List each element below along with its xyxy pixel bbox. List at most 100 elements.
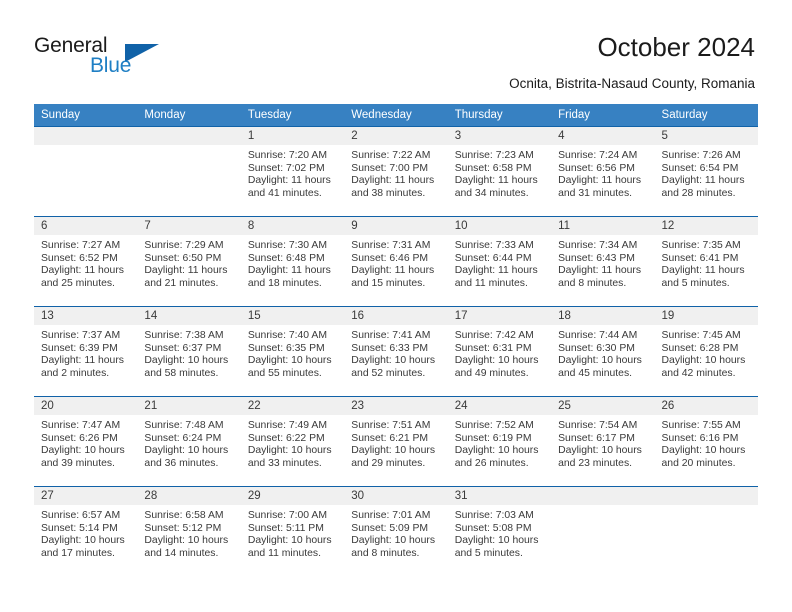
day-cell-details: Sunrise: 7:03 AM Sunset: 5:08 PM Daylight:… <box>448 505 551 560</box>
calendar-day-cell[interactable]: 27 Sunrise: 6:57 AM Sunset: 5:14 PM Dayligh… <box>34 486 138 577</box>
daylight-duration-text: Daylight: 10 hours and 52 minutes. <box>351 355 436 379</box>
sunrise-text: Sunrise: 7:48 AM <box>144 420 224 431</box>
calendar-day-cell[interactable]: 17 Sunrise: 7:42 AM Sunset: 6:31 PM Dayligh… <box>447 306 552 397</box>
day-cell-details: Sunrise: 7:27 AM Sunset: 6:52 PM Daylight:… <box>34 235 137 290</box>
calendar-day-cell[interactable]: 22 Sunrise: 7:49 AM Sunset: 6:22 PM Dayligh… <box>240 396 345 487</box>
weekday-header-friday: Friday <box>551 104 655 127</box>
day-cell-details: Sunrise: 7:40 AM Sunset: 6:35 PM Daylight:… <box>241 325 344 380</box>
calendar-day-cell[interactable]: 3 Sunrise: 7:23 AM Sunset: 6:58 PM Daylight… <box>447 126 552 217</box>
daylight-duration-text: Daylight: 11 hours and 41 minutes. <box>247 175 331 199</box>
day-number: 2 <box>344 127 448 145</box>
day-cell-details: Sunrise: 7:22 AM Sunset: 7:00 PM Daylight:… <box>344 145 447 200</box>
sunset-text: Sunset: 6:48 PM <box>247 252 325 264</box>
calendar-day-cell[interactable]: 7 Sunrise: 7:29 AM Sunset: 6:50 PM Daylight… <box>137 216 241 307</box>
day-number-empty <box>137 127 241 145</box>
day-cell-details: Sunrise: 6:57 AM Sunset: 5:14 PM Daylight:… <box>34 505 137 560</box>
daylight-duration-text: Daylight: 10 hours and 45 minutes. <box>558 355 642 379</box>
calendar-day-cell[interactable]: 10 Sunrise: 7:33 AM Sunset: 6:44 PM Dayligh… <box>447 216 552 307</box>
day-cell-details: Sunrise: 7:20 AM Sunset: 7:02 PM Daylight:… <box>241 145 344 200</box>
day-number: 3 <box>447 127 552 145</box>
calendar-day-cell[interactable]: 15 Sunrise: 7:40 AM Sunset: 6:35 PM Dayligh… <box>240 306 345 397</box>
daylight-duration-text: Daylight: 11 hours and 21 minutes. <box>144 265 228 289</box>
day-cell-details: Sunrise: 7:01 AM Sunset: 5:09 PM Daylight:… <box>344 505 447 560</box>
day-cell-details: Sunrise: 7:34 AM Sunset: 6:43 PM Daylight:… <box>551 235 654 290</box>
day-cell-details: Sunrise: 7:38 AM Sunset: 6:37 PM Daylight:… <box>137 325 240 380</box>
sunrise-sunset-calendar-table: Sunday Monday Tuesday Wednesday Thursday… <box>34 104 758 577</box>
day-number: 16 <box>344 307 448 325</box>
daylight-duration-text: Daylight: 10 hours and 39 minutes. <box>41 445 125 469</box>
daylight-duration-text: Daylight: 10 hours and 29 minutes. <box>351 445 436 469</box>
daylight-duration-text: Daylight: 11 hours and 38 minutes. <box>351 175 435 199</box>
calendar-day-cell[interactable]: 1 Sunrise: 7:20 AM Sunset: 7:02 PM Daylight… <box>240 126 345 217</box>
sunrise-text: Sunrise: 7:45 AM <box>661 330 741 341</box>
calendar-day-cell[interactable]: 30 Sunrise: 7:01 AM Sunset: 5:09 PM Dayligh… <box>344 486 448 577</box>
page-header: General Blue October 2024 Ocnita, Bistri… <box>0 0 792 100</box>
calendar-day-cell[interactable]: 20 Sunrise: 7:47 AM Sunset: 6:26 PM Dayligh… <box>34 396 138 487</box>
calendar-day-cell[interactable]: 2 Sunrise: 7:22 AM Sunset: 7:00 PM Daylight… <box>344 126 448 217</box>
daylight-duration-text: Daylight: 10 hours and 33 minutes. <box>247 445 332 469</box>
sunset-text: Sunset: 5:14 PM <box>41 522 118 534</box>
daylight-duration-text: Daylight: 10 hours and 49 minutes. <box>454 355 539 379</box>
sunset-text: Sunset: 6:35 PM <box>247 342 325 354</box>
day-cell-details: Sunrise: 7:47 AM Sunset: 6:26 PM Daylight:… <box>34 415 137 470</box>
day-number: 31 <box>447 487 552 505</box>
day-number: 15 <box>240 307 345 325</box>
daylight-duration-text: Daylight: 10 hours and 5 minutes. <box>454 535 539 559</box>
calendar-day-cell[interactable]: 5 Sunrise: 7:26 AM Sunset: 6:54 PM Daylight… <box>654 126 758 217</box>
day-cell-details: Sunrise: 7:41 AM Sunset: 6:33 PM Daylight:… <box>344 325 447 380</box>
calendar-day-cell[interactable]: 6 Sunrise: 7:27 AM Sunset: 6:52 PM Daylight… <box>34 216 138 307</box>
calendar-day-cell[interactable]: 8 Sunrise: 7:30 AM Sunset: 6:48 PM Daylight… <box>240 216 345 307</box>
calendar-day-cell[interactable]: 11 Sunrise: 7:34 AM Sunset: 6:43 PM Dayligh… <box>551 216 655 307</box>
calendar-day-cell[interactable]: 12 Sunrise: 7:35 AM Sunset: 6:41 PM Dayligh… <box>654 216 758 307</box>
calendar-day-cell[interactable]: 18 Sunrise: 7:44 AM Sunset: 6:30 PM Dayligh… <box>551 306 655 397</box>
calendar-day-cell[interactable]: 19 Sunrise: 7:45 AM Sunset: 6:28 PM Dayligh… <box>654 306 758 397</box>
day-number: 14 <box>137 307 241 325</box>
logo-text-blue: Blue <box>90 54 132 77</box>
calendar-day-cell[interactable]: 28 Sunrise: 6:58 AM Sunset: 5:12 PM Dayligh… <box>137 486 241 577</box>
day-cell-details: Sunrise: 7:51 AM Sunset: 6:21 PM Daylight:… <box>344 415 447 470</box>
calendar-week-row: 1 Sunrise: 7:20 AM Sunset: 7:02 PM Daylight… <box>34 126 758 217</box>
daylight-duration-text: Daylight: 10 hours and 14 minutes. <box>144 535 229 559</box>
day-cell-details: Sunrise: 7:26 AM Sunset: 6:54 PM Daylight:… <box>655 145 758 200</box>
daylight-duration-text: Daylight: 10 hours and 20 minutes. <box>661 445 746 469</box>
sunrise-text: Sunrise: 7:34 AM <box>558 240 638 251</box>
sunrise-text: Sunrise: 7:38 AM <box>144 330 224 341</box>
day-number: 21 <box>137 397 241 415</box>
sunset-text: Sunset: 7:00 PM <box>351 162 429 174</box>
weekday-header-saturday: Saturday <box>654 104 758 127</box>
calendar-day-cell[interactable]: 24 Sunrise: 7:52 AM Sunset: 6:19 PM Dayligh… <box>447 396 552 487</box>
calendar-day-cell[interactable]: 29 Sunrise: 7:00 AM Sunset: 5:11 PM Dayligh… <box>240 486 345 577</box>
calendar-day-cell-empty <box>551 486 655 577</box>
calendar-day-cell[interactable]: 13 Sunrise: 7:37 AM Sunset: 6:39 PM Dayligh… <box>34 306 138 397</box>
calendar-page: General Blue October 2024 Ocnita, Bistri… <box>0 0 792 612</box>
calendar-day-cell[interactable]: 4 Sunrise: 7:24 AM Sunset: 6:56 PM Daylight… <box>551 126 655 217</box>
day-cell-details: Sunrise: 7:49 AM Sunset: 6:22 PM Daylight:… <box>241 415 344 470</box>
sunset-text: Sunset: 5:12 PM <box>144 522 222 534</box>
calendar-day-cell[interactable]: 9 Sunrise: 7:31 AM Sunset: 6:46 PM Daylight… <box>344 216 448 307</box>
calendar-day-cell[interactable]: 26 Sunrise: 7:55 AM Sunset: 6:16 PM Dayligh… <box>654 396 758 487</box>
calendar-day-cell[interactable]: 21 Sunrise: 7:48 AM Sunset: 6:24 PM Dayligh… <box>137 396 241 487</box>
calendar-day-cell[interactable]: 25 Sunrise: 7:54 AM Sunset: 6:17 PM Dayligh… <box>551 396 655 487</box>
sunrise-text: Sunrise: 7:27 AM <box>41 240 121 251</box>
day-cell-details: Sunrise: 7:35 AM Sunset: 6:41 PM Daylight:… <box>655 235 758 290</box>
calendar-day-cell[interactable]: 16 Sunrise: 7:41 AM Sunset: 6:33 PM Dayligh… <box>344 306 448 397</box>
daylight-duration-text: Daylight: 10 hours and 17 minutes. <box>41 535 125 559</box>
day-number: 4 <box>551 127 655 145</box>
sunset-text: Sunset: 6:28 PM <box>661 342 739 354</box>
day-cell-details: Sunrise: 7:55 AM Sunset: 6:16 PM Daylight:… <box>655 415 758 470</box>
daylight-duration-text: Daylight: 11 hours and 18 minutes. <box>247 265 331 289</box>
day-number: 19 <box>654 307 758 325</box>
sunrise-text: Sunrise: 6:58 AM <box>144 510 224 521</box>
day-number: 30 <box>344 487 448 505</box>
sunset-text: Sunset: 6:44 PM <box>454 252 532 264</box>
calendar-day-cell[interactable]: 23 Sunrise: 7:51 AM Sunset: 6:21 PM Dayligh… <box>344 396 448 487</box>
calendar-weekday-header: Sunday Monday Tuesday Wednesday Thursday… <box>34 104 758 127</box>
daylight-duration-text: Daylight: 11 hours and 8 minutes. <box>558 265 642 289</box>
day-cell-details: Sunrise: 6:58 AM Sunset: 5:12 PM Daylight:… <box>137 505 240 560</box>
calendar-day-cell[interactable]: 31 Sunrise: 7:03 AM Sunset: 5:08 PM Dayligh… <box>447 486 552 577</box>
sunset-text: Sunset: 6:16 PM <box>661 432 739 444</box>
sunset-text: Sunset: 6:17 PM <box>558 432 635 444</box>
sunset-text: Sunset: 6:56 PM <box>558 162 635 174</box>
weekday-header-tuesday: Tuesday <box>240 104 345 127</box>
calendar-day-cell[interactable]: 14 Sunrise: 7:38 AM Sunset: 6:37 PM Dayligh… <box>137 306 241 397</box>
